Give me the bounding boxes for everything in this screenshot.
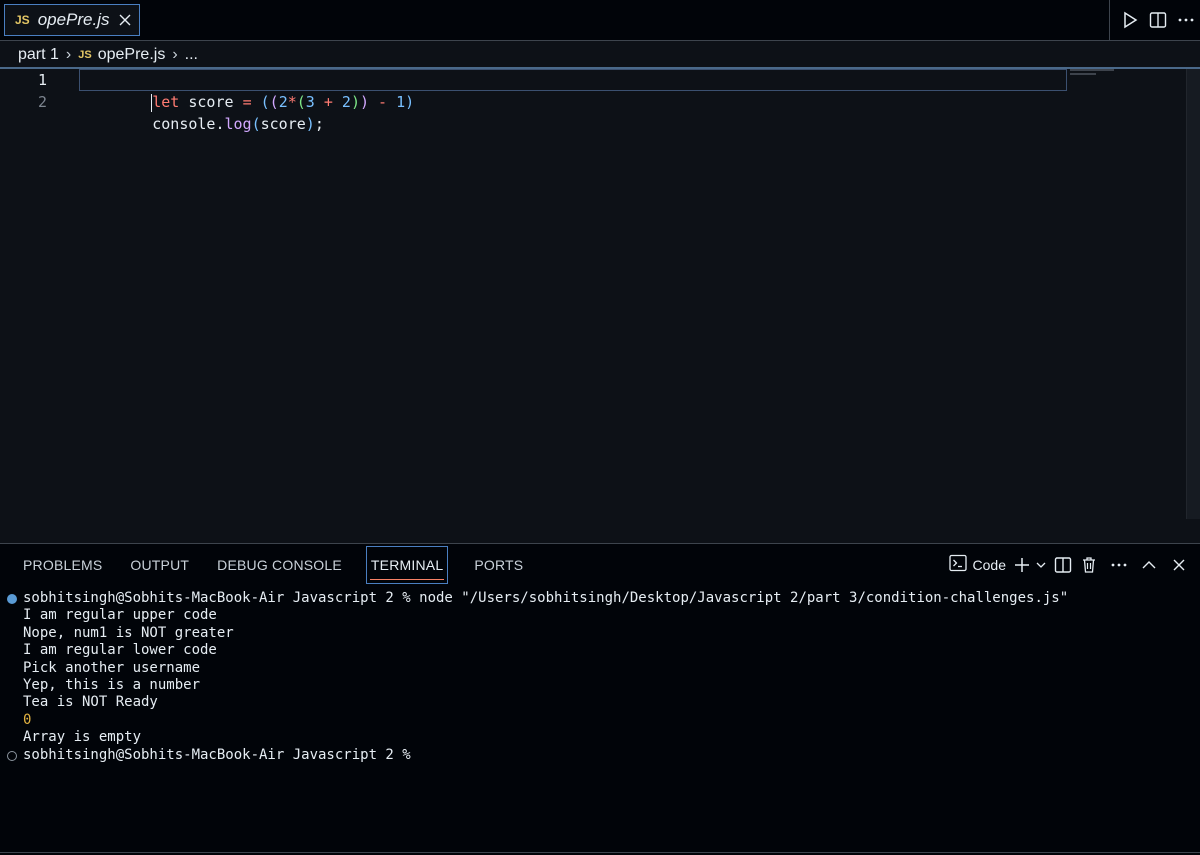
code-area[interactable]: let score = ((2*(3 + 2)) - 1) console.lo… <box>79 69 1068 133</box>
tab-ports[interactable]: PORTS <box>460 544 537 586</box>
maximize-panel-icon[interactable] <box>1136 551 1162 579</box>
panel-tabs: PROBLEMS OUTPUT DEBUG CONSOLE TERMINAL P… <box>0 544 537 586</box>
js-file-icon: JS <box>78 49 92 61</box>
divider <box>1109 0 1110 40</box>
terminal-line-text: sobhitsingh@Sobhits-MacBook-Air Javascri… <box>23 590 1069 606</box>
terminal-line: sobhitsingh@Sobhits-MacBook-Air Javascri… <box>0 590 1200 607</box>
code-editor[interactable]: 1 2 let score = ((2*(3 + 2)) - 1) consol… <box>0 67 1200 543</box>
editor-scrollbar[interactable] <box>1186 69 1200 519</box>
breadcrumb-symbols[interactable]: ... <box>185 46 198 64</box>
trash-icon[interactable] <box>1076 551 1102 579</box>
terminal-output[interactable]: sobhitsingh@Sobhits-MacBook-Air Javascri… <box>0 590 1200 764</box>
code-token: score <box>188 93 234 111</box>
terminal-profile-label: Code <box>972 557 1006 573</box>
minimap[interactable] <box>1070 69 1120 79</box>
line-number-gutter: 1 2 <box>0 69 60 113</box>
code-token: log <box>224 115 252 133</box>
terminal-profile-button[interactable]: Code <box>948 554 1006 577</box>
run-icon[interactable] <box>1116 6 1144 34</box>
tab-problems[interactable]: PROBLEMS <box>0 544 116 586</box>
current-line-highlight <box>79 69 1067 91</box>
new-terminal-icon[interactable] <box>1012 551 1032 579</box>
breadcrumb: part 1 › JS opePre.js › ... <box>18 44 198 66</box>
code-token: 2 <box>341 93 351 111</box>
more-actions-icon[interactable] <box>1106 551 1132 579</box>
chevron-right-icon: › <box>172 46 178 63</box>
code-token: ) <box>350 93 360 111</box>
code-token: ( <box>296 93 306 111</box>
code-token: + <box>323 93 333 111</box>
panel-actions: Code <box>948 551 1192 579</box>
code-token: . <box>215 115 225 133</box>
code-line-text: console.log(score); <box>152 115 324 133</box>
editor-tab-opepre[interactable]: JS opePre.js <box>4 4 140 36</box>
code-token: score <box>260 115 306 133</box>
terminal-prompt: sobhitsingh@Sobhits-MacBook-Air Javascri… <box>23 746 420 763</box>
terminal-icon <box>948 554 967 577</box>
code-token: ; <box>314 115 324 133</box>
code-token: = <box>242 93 252 111</box>
code-line-text: let score = ((2*(3 + 2)) - 1) <box>152 93 414 111</box>
code-token: ) <box>405 93 415 111</box>
terminal-line: 0 <box>23 711 32 728</box>
command-pending-icon[interactable] <box>7 750 17 761</box>
more-actions-icon[interactable] <box>1172 6 1200 34</box>
tab-terminal[interactable]: TERMINAL <box>365 546 449 584</box>
close-icon[interactable] <box>117 11 133 29</box>
editor-tab-bar: JS opePre.js <box>0 0 1200 41</box>
tab-output[interactable]: OUTPUT <box>116 544 203 586</box>
breadcrumb-folder[interactable]: part 1 <box>18 46 59 64</box>
breadcrumb-file[interactable]: opePre.js <box>98 46 166 64</box>
line-number: 2 <box>37 93 47 111</box>
code-token: ) <box>359 93 369 111</box>
code-token: ) <box>305 115 315 133</box>
close-panel-icon[interactable] <box>1166 551 1192 579</box>
terminal-line: Nope, num1 is NOT greater <box>23 624 234 641</box>
terminal-line: Tea is NOT Ready <box>23 694 158 711</box>
code-token: * <box>287 93 297 111</box>
split-terminal-icon[interactable] <box>1050 551 1076 579</box>
code-token: 1 <box>396 93 406 111</box>
code-token: 2 <box>278 93 288 111</box>
code-token: ( <box>260 93 270 111</box>
code-line[interactable]: let score = ((2*(3 + 2)) - 1) <box>79 69 1068 112</box>
code-token: ( <box>251 115 261 133</box>
chevron-down-icon[interactable] <box>1032 551 1050 579</box>
terminal-line: Pick another username <box>23 659 201 676</box>
code-token: let <box>152 93 180 111</box>
split-editor-icon[interactable] <box>1144 6 1172 34</box>
terminal-line: Yep, this is a number <box>23 676 201 693</box>
js-file-icon: JS <box>15 13 30 27</box>
chevron-right-icon: › <box>65 46 72 63</box>
terminal-line: Array is empty <box>23 729 142 746</box>
tab-debug-console[interactable]: DEBUG CONSOLE <box>203 544 356 586</box>
code-token: ( <box>269 93 279 111</box>
terminal-line: I am regular upper code <box>23 607 217 624</box>
code-token: - <box>378 93 388 111</box>
terminal-line: I am regular lower code <box>23 642 217 659</box>
bottom-panel: PROBLEMS OUTPUT DEBUG CONSOLE TERMINAL P… <box>0 543 1200 855</box>
tab-label: opePre.js <box>37 10 110 29</box>
terminal-prompt-line[interactable]: sobhitsingh@Sobhits-MacBook-Air Javascri… <box>0 747 1200 764</box>
editor-title-actions <box>1109 0 1200 40</box>
code-token: 3 <box>305 93 315 111</box>
line-number: 1 <box>37 71 47 89</box>
vscode-window: JS opePre.js part 1 › JS opePre.js › ... <box>0 0 1200 855</box>
code-token: console <box>152 115 216 133</box>
command-success-icon[interactable] <box>7 594 17 604</box>
